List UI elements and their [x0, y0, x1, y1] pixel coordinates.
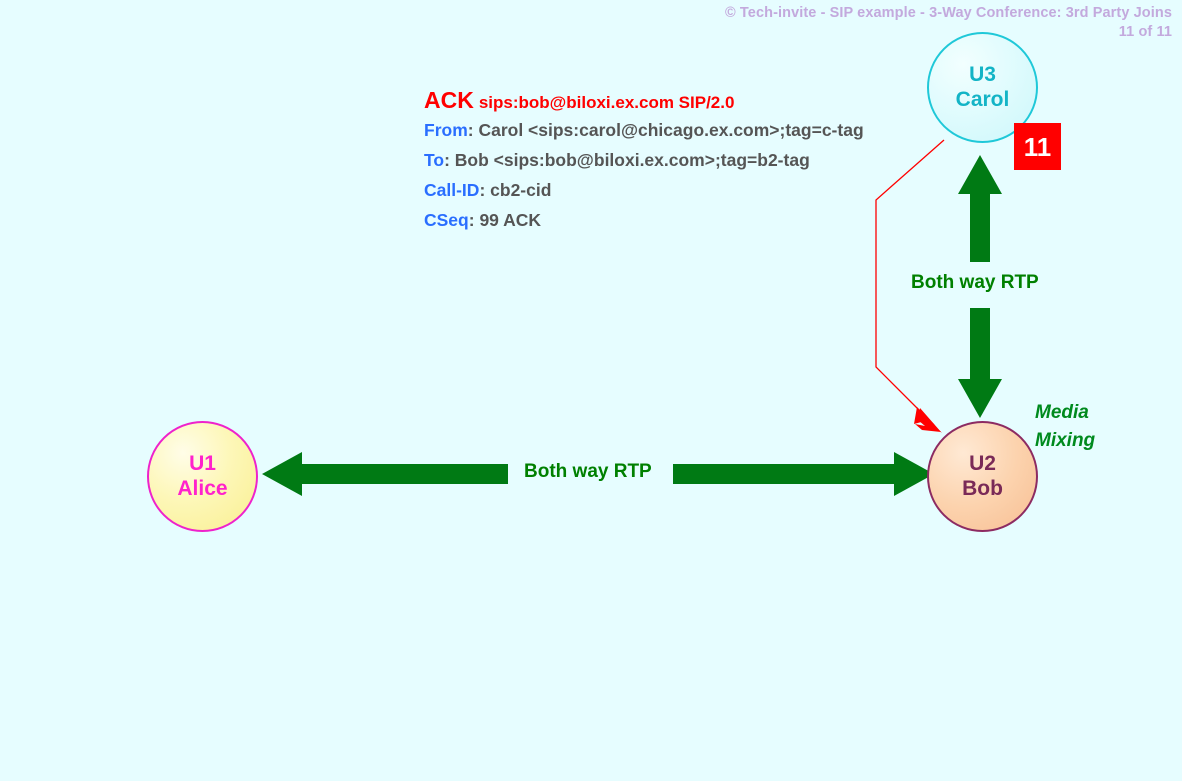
sip-header-value: Bob <sips:bob@biloxi.ex.com>;tag=b2-tag: [454, 150, 810, 170]
arrow-rtp-carol-to-bob: [958, 308, 1002, 418]
sip-header-name: Call-ID: [424, 180, 480, 200]
label-rtp-bob-carol: Both way RTP: [911, 272, 1039, 293]
sip-header-separator: :: [479, 180, 491, 200]
sip-header-value: 99 ACK: [479, 210, 542, 230]
arrow-rtp-bob-to-alice: [262, 452, 508, 496]
arrow-rtp-alice-to-bob: [673, 452, 934, 496]
node-u3-name: Carol: [955, 87, 1010, 111]
label-media-mixing: Media Mixing: [1035, 399, 1095, 455]
node-u2-id: U2: [969, 452, 996, 476]
sip-request-line: ACK sips:bob@biloxi.ex.com SIP/2.0: [424, 85, 864, 115]
sip-header-from: From: Carol <sips:carol@chicago.ex.com>;…: [424, 115, 864, 145]
sip-header-separator: :: [468, 210, 480, 230]
node-u2-bob[interactable]: U2 Bob: [927, 421, 1038, 532]
sip-message-block: ACK sips:bob@biloxi.ex.com SIP/2.0 From: …: [424, 85, 864, 235]
label-rtp-alice-bob: Both way RTP: [524, 461, 652, 482]
sip-method: ACK: [424, 87, 474, 113]
media-mixing-line-1: Media: [1035, 402, 1089, 423]
node-u1-alice[interactable]: U1 Alice: [147, 421, 258, 532]
sip-header-name: CSeq: [424, 210, 469, 230]
sip-request-uri: sips:bob@biloxi.ex.com SIP/2.0: [478, 93, 735, 112]
sip-header-separator: :: [444, 150, 455, 170]
sip-header-separator: :: [467, 120, 479, 140]
header-title: © Tech-invite - SIP example - 3-Way Conf…: [724, 5, 1172, 21]
sip-header-name: From: [424, 120, 468, 140]
node-u1-name: Alice: [177, 476, 228, 500]
sip-header-to: To: Bob <sips:bob@biloxi.ex.com>;tag=b2-…: [424, 145, 864, 175]
node-u1-id: U1: [189, 452, 216, 476]
arrow-rtp-bob-to-carol: [958, 155, 1002, 262]
media-mixing-line-2: Mixing: [1035, 430, 1096, 451]
sip-header-value: Carol <sips:carol@chicago.ex.com>;tag=c-…: [478, 120, 864, 140]
step-number-badge[interactable]: 11: [1014, 123, 1061, 170]
sip-header-cseq: CSeq: 99 ACK: [424, 205, 864, 235]
header-pagination: 11 of 11: [1118, 24, 1172, 40]
page-header: © Tech-invite - SIP example - 3-Way Conf…: [725, 4, 1172, 42]
sip-header-value: cb2-cid: [490, 180, 552, 200]
sip-header-call-id: Call-ID: cb2-cid: [424, 175, 864, 205]
sip-header-name: To: [424, 150, 445, 170]
node-u3-id: U3: [969, 63, 996, 87]
node-u2-name: Bob: [962, 476, 1003, 500]
